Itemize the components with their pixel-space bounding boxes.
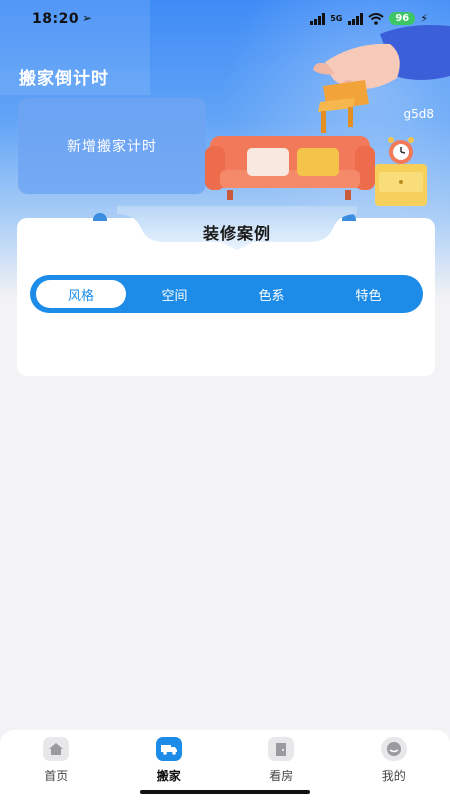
tab-profile-label: 我的	[381, 769, 406, 783]
truck-icon	[155, 737, 182, 761]
cases-header-tab: 装修案例	[117, 206, 357, 250]
status-time: 18:20	[32, 11, 80, 27]
category-tabs: 风格 空间 色系 特色	[30, 275, 423, 313]
decoration-cases-card: 装修案例 风格 空间 色系 特色	[17, 206, 435, 376]
tab-style[interactable]: 风格	[36, 280, 126, 308]
page-title: 搬家倒计时	[19, 69, 109, 89]
door-icon	[268, 737, 295, 761]
card-decor-left	[93, 213, 107, 221]
tab-profile[interactable]: 我的	[338, 730, 450, 800]
add-countdown-label: 新增搬家计时	[67, 139, 157, 155]
cases-title: 装修案例	[202, 224, 271, 243]
home-indicator[interactable]	[140, 790, 310, 794]
moving-illustration	[205, 25, 450, 206]
home-icon	[43, 737, 70, 761]
tab-home[interactable]: 首页	[0, 730, 113, 800]
tab-moving-label: 搬家	[156, 769, 181, 783]
tab-home-label: 首页	[44, 769, 69, 783]
tab-feature[interactable]: 特色	[320, 280, 417, 308]
add-countdown-button[interactable]: 新增搬家计时	[18, 98, 206, 194]
location-arrow-icon: ➢	[82, 11, 93, 25]
profile-icon	[380, 737, 407, 761]
tab-color[interactable]: 色系	[223, 280, 320, 308]
tab-house-viewing-label: 看房	[269, 769, 294, 783]
tab-space[interactable]: 空间	[126, 280, 223, 308]
